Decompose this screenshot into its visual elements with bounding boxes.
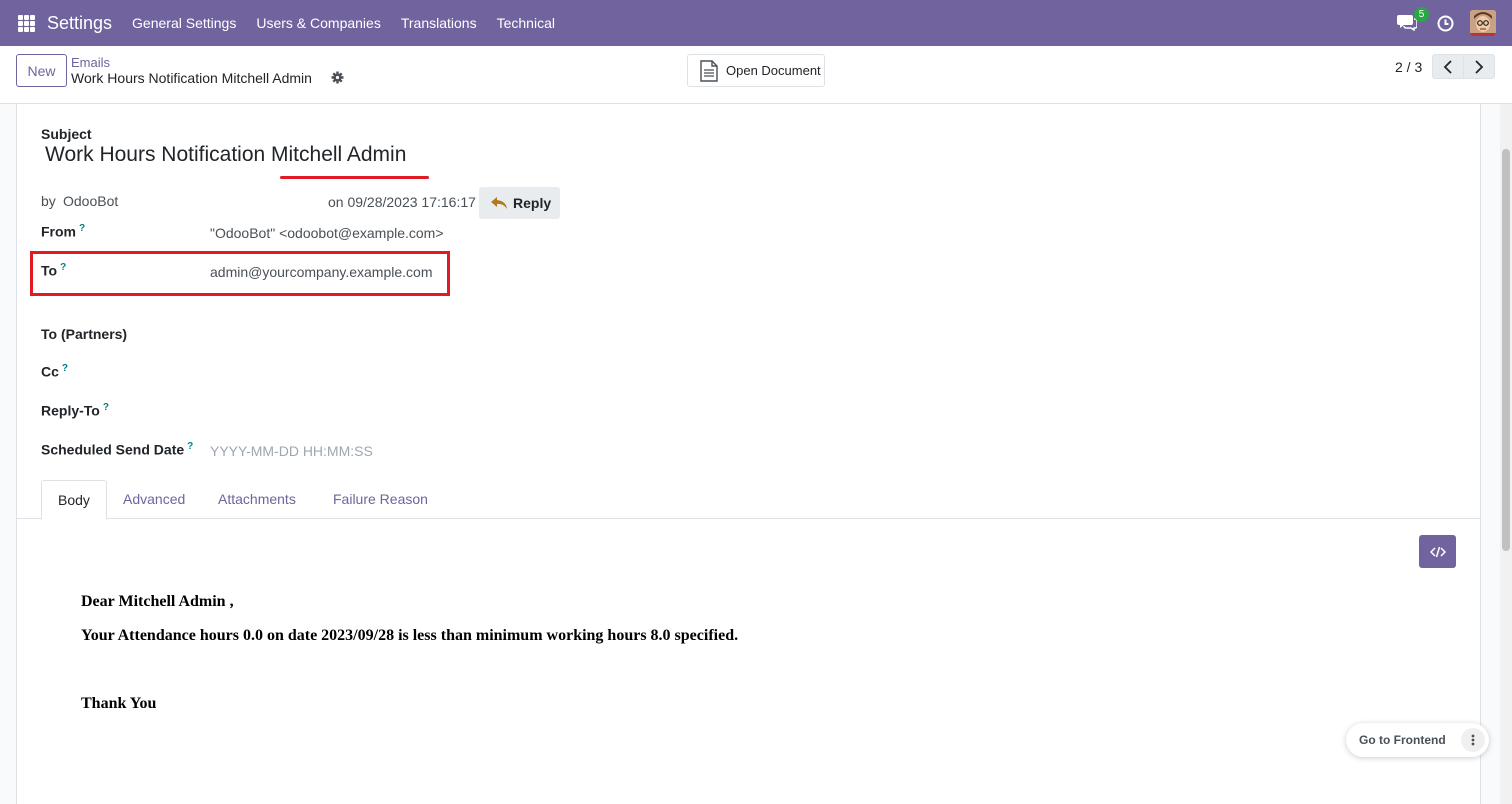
- open-document-button[interactable]: Open Document: [687, 54, 825, 87]
- menu-users-companies[interactable]: Users & Companies: [246, 15, 391, 31]
- message-date: on 09/28/2023 17:16:17: [328, 194, 476, 210]
- reply-button[interactable]: Reply: [479, 187, 560, 219]
- cc-label: Cc?: [41, 363, 69, 380]
- breadcrumb-current-record: Work Hours Notification Mitchell Admin: [71, 70, 312, 86]
- new-button[interactable]: New: [16, 54, 67, 87]
- to-partners-label: To (Partners): [41, 326, 128, 342]
- author-link[interactable]: OdooBot: [63, 193, 118, 209]
- go-to-frontend-button[interactable]: Go to Frontend: [1346, 733, 1446, 747]
- pager-previous-button[interactable]: [1432, 54, 1464, 79]
- help-icon[interactable]: ?: [60, 262, 66, 273]
- kebab-icon: [1471, 734, 1475, 746]
- code-view-button[interactable]: [1419, 535, 1456, 568]
- notebook-tabs: Body Advanced Attachments Failure Reason: [16, 480, 1481, 520]
- scrollbar-thumb[interactable]: [1502, 149, 1510, 551]
- activity-clock-icon[interactable]: [1437, 15, 1454, 32]
- tab-advanced[interactable]: Advanced: [107, 480, 201, 519]
- top-navbar: Settings General Settings Users & Compan…: [0, 0, 1512, 46]
- code-icon: [1429, 546, 1446, 557]
- user-avatar[interactable]: [1470, 10, 1496, 36]
- menu-general-settings[interactable]: General Settings: [122, 15, 246, 31]
- help-icon[interactable]: ?: [103, 402, 109, 413]
- subject-label: Subject: [41, 126, 92, 142]
- help-icon[interactable]: ?: [79, 223, 85, 234]
- tab-failure-reason[interactable]: Failure Reason: [317, 480, 444, 519]
- tab-attachments[interactable]: Attachments: [202, 480, 312, 519]
- tab-body[interactable]: Body: [41, 480, 107, 520]
- pager-next-button[interactable]: [1463, 54, 1495, 79]
- gear-icon[interactable]: [331, 71, 344, 84]
- to-label: To?: [41, 262, 67, 279]
- from-field[interactable]: "OdooBot" <odoobot@example.com>: [210, 225, 444, 241]
- reply-to-label: Reply-To?: [41, 402, 109, 419]
- more-options-button[interactable]: [1461, 728, 1485, 752]
- pager-value[interactable]: 2 / 3: [1395, 59, 1422, 75]
- from-label: From?: [41, 223, 86, 240]
- highlight-underline: [280, 176, 429, 179]
- menu-translations[interactable]: Translations: [391, 15, 487, 31]
- reply-label: Reply: [513, 195, 552, 211]
- to-field[interactable]: admin@yourcompany.example.com: [210, 264, 433, 280]
- body-greeting: Dear Mitchell Admin ,: [81, 593, 234, 610]
- reply-icon: [491, 197, 507, 209]
- chevron-right-icon: [1475, 59, 1484, 74]
- breadcrumb-emails-link[interactable]: Emails: [71, 55, 110, 70]
- control-panel: New Emails Work Hours Notification Mitch…: [0, 46, 1512, 104]
- scheduled-send-date-input[interactable]: YYYY-MM-DD HH:MM:SS: [210, 443, 373, 459]
- document-icon: [700, 59, 718, 82]
- go-to-frontend-widget: Go to Frontend: [1346, 723, 1489, 757]
- vertical-scrollbar[interactable]: [1500, 104, 1512, 804]
- scheduled-send-date-label: Scheduled Send Date?: [41, 441, 194, 458]
- chat-icon[interactable]: 5: [1397, 7, 1429, 32]
- help-icon[interactable]: ?: [62, 363, 68, 374]
- body-closing: Thank You: [81, 695, 157, 712]
- app-title[interactable]: Settings: [47, 13, 112, 34]
- apps-menu-icon[interactable]: [18, 14, 35, 32]
- menu-technical[interactable]: Technical: [487, 15, 565, 31]
- chevron-left-icon: [1443, 59, 1452, 74]
- by-label: by: [41, 193, 56, 209]
- chat-counter-badge: 5: [1414, 7, 1429, 22]
- navbar-systray: 5: [1397, 0, 1496, 46]
- subject-field[interactable]: Work Hours Notification Mitchell Admin: [45, 143, 406, 167]
- help-icon[interactable]: ?: [187, 441, 193, 452]
- body-message: Your Attendance hours 0.0 on date 2023/0…: [81, 627, 739, 644]
- open-document-label: Open Document: [726, 63, 821, 78]
